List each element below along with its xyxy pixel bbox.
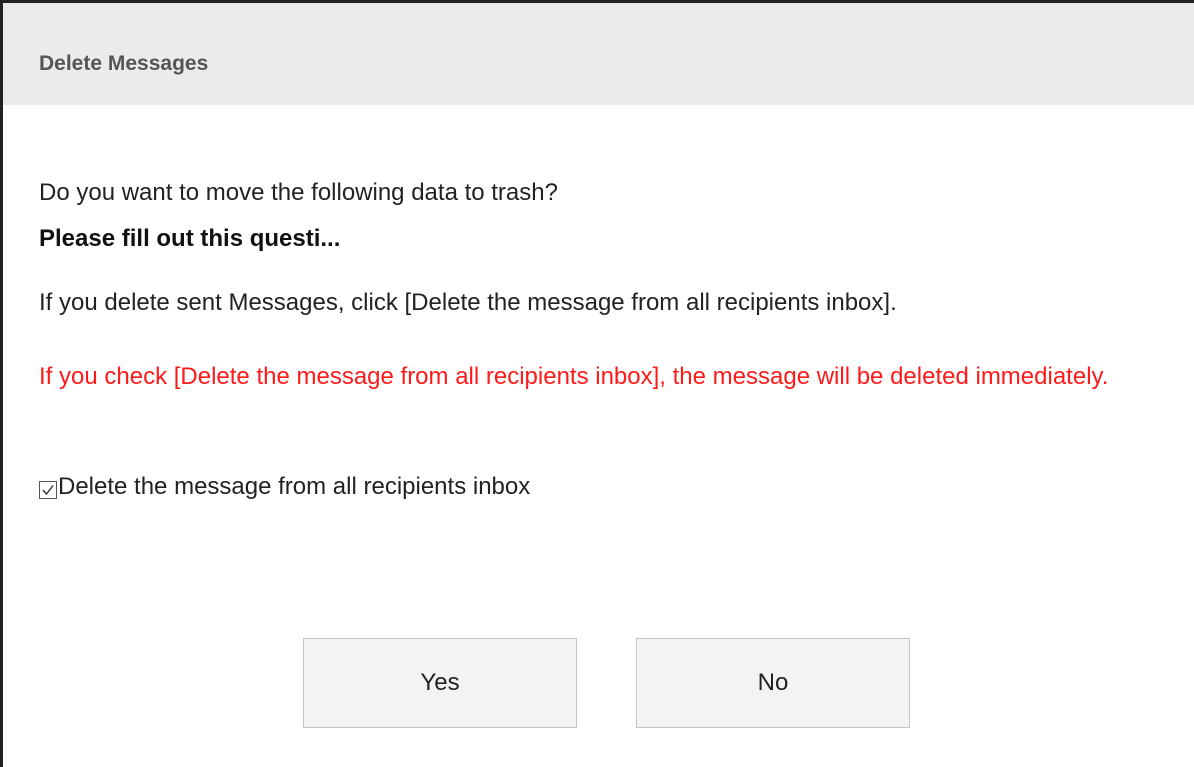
yes-button[interactable]: Yes xyxy=(303,638,577,728)
confirm-question: Do you want to move the following data t… xyxy=(39,179,558,206)
delete-from-all-checkbox-row[interactable]: Delete the message from all recipients i… xyxy=(39,473,530,501)
warning-text: If you check [Delete the message from al… xyxy=(39,363,1109,390)
delete-from-all-checkbox[interactable] xyxy=(39,481,57,499)
info-text: If you delete sent Messages, click [Dele… xyxy=(39,289,897,316)
delete-messages-dialog: Delete Messages Do you want to move the … xyxy=(0,0,1194,767)
checkmark-icon xyxy=(42,485,54,496)
dialog-title: Delete Messages xyxy=(39,52,209,75)
dialog-titlebar: Delete Messages xyxy=(3,3,1194,105)
item-name: Please fill out this questi... xyxy=(39,225,341,252)
checkbox-label: Delete the message from all recipients i… xyxy=(58,473,531,500)
no-button[interactable]: No xyxy=(636,638,910,728)
